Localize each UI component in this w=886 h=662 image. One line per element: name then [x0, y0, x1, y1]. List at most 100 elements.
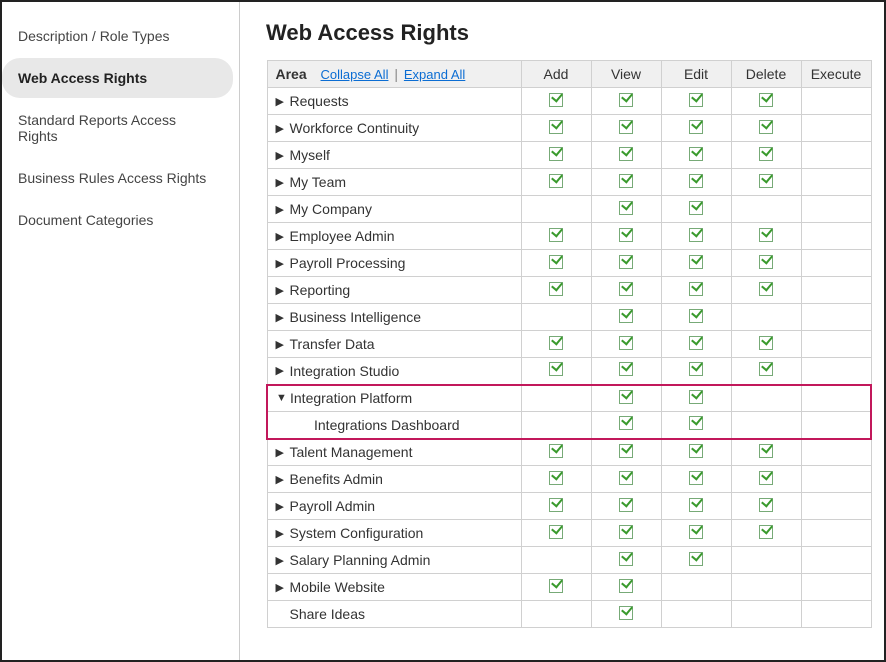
checkbox-checked[interactable] — [619, 416, 633, 430]
checkbox-checked[interactable] — [689, 336, 703, 350]
checkbox-checked[interactable] — [619, 606, 633, 620]
chevron-right-icon[interactable]: ▶ — [276, 527, 286, 540]
checkbox-checked[interactable] — [619, 390, 633, 404]
checkbox-checked[interactable] — [549, 282, 563, 296]
checkbox-checked[interactable] — [689, 93, 703, 107]
checkbox-checked[interactable] — [619, 309, 633, 323]
chevron-right-icon[interactable]: ▶ — [276, 122, 286, 135]
checkbox-checked[interactable] — [759, 362, 773, 376]
checkbox-checked[interactable] — [689, 228, 703, 242]
chevron-right-icon[interactable]: ▶ — [276, 364, 286, 377]
checkbox-checked[interactable] — [619, 120, 633, 134]
checkbox-checked[interactable] — [759, 147, 773, 161]
checkbox-checked[interactable] — [619, 336, 633, 350]
checkbox-checked[interactable] — [619, 255, 633, 269]
checkbox-checked[interactable] — [689, 255, 703, 269]
checkbox-checked[interactable] — [689, 120, 703, 134]
checkbox-checked[interactable] — [759, 228, 773, 242]
checkbox-checked[interactable] — [619, 498, 633, 512]
checkbox-checked[interactable] — [759, 282, 773, 296]
perm-cell-view — [591, 385, 661, 412]
checkbox-checked[interactable] — [689, 552, 703, 566]
checkbox-checked[interactable] — [549, 525, 563, 539]
checkbox-checked[interactable] — [619, 525, 633, 539]
checkbox-checked[interactable] — [619, 471, 633, 485]
perm-cell-view — [591, 547, 661, 574]
perm-cell-execute — [801, 196, 871, 223]
checkbox-checked[interactable] — [619, 93, 633, 107]
checkbox-checked[interactable] — [619, 174, 633, 188]
checkbox-checked[interactable] — [549, 147, 563, 161]
checkbox-checked[interactable] — [619, 228, 633, 242]
checkbox-checked[interactable] — [689, 444, 703, 458]
checkbox-checked[interactable] — [619, 444, 633, 458]
chevron-right-icon[interactable]: ▶ — [276, 176, 286, 189]
chevron-right-icon[interactable]: ▶ — [276, 446, 286, 459]
checkbox-checked[interactable] — [689, 390, 703, 404]
checkbox-checked[interactable] — [759, 444, 773, 458]
checkbox-checked[interactable] — [689, 174, 703, 188]
perm-cell-add — [521, 223, 591, 250]
chevron-right-icon[interactable]: ▶ — [276, 311, 286, 324]
checkbox-checked[interactable] — [549, 362, 563, 376]
chevron-right-icon[interactable]: ▶ — [276, 203, 286, 216]
checkbox-checked[interactable] — [689, 147, 703, 161]
checkbox-checked[interactable] — [759, 255, 773, 269]
checkbox-checked[interactable] — [549, 498, 563, 512]
chevron-right-icon[interactable]: ▶ — [276, 338, 286, 351]
checkbox-checked[interactable] — [549, 93, 563, 107]
area-label: Mobile Website — [290, 579, 385, 595]
checkbox-checked[interactable] — [759, 120, 773, 134]
checkbox-checked[interactable] — [619, 579, 633, 593]
checkbox-checked[interactable] — [759, 174, 773, 188]
checkbox-checked[interactable] — [549, 444, 563, 458]
checkbox-checked[interactable] — [759, 93, 773, 107]
chevron-right-icon[interactable]: ▶ — [276, 149, 286, 162]
chevron-right-icon[interactable]: ▶ — [276, 284, 286, 297]
perm-cell-edit — [661, 250, 731, 277]
checkbox-checked[interactable] — [689, 201, 703, 215]
checkbox-checked[interactable] — [549, 579, 563, 593]
checkbox-checked[interactable] — [689, 362, 703, 376]
checkbox-checked[interactable] — [549, 174, 563, 188]
sidebar-item-web-access-rights[interactable]: Web Access Rights — [2, 58, 233, 98]
checkbox-checked[interactable] — [549, 228, 563, 242]
checkbox-checked[interactable] — [689, 309, 703, 323]
chevron-right-icon[interactable]: ▶ — [276, 473, 286, 486]
checkbox-checked[interactable] — [619, 362, 633, 376]
checkbox-checked[interactable] — [759, 471, 773, 485]
checkbox-checked[interactable] — [549, 336, 563, 350]
area-header-label: Area — [276, 66, 307, 82]
sidebar-item-standard-reports-access-rights[interactable]: Standard Reports Access Rights — [2, 100, 233, 156]
chevron-right-icon[interactable]: ▶ — [276, 257, 286, 270]
checkbox-checked[interactable] — [549, 120, 563, 134]
sidebar-item-business-rules-access-rights[interactable]: Business Rules Access Rights — [2, 158, 233, 198]
checkbox-checked[interactable] — [619, 201, 633, 215]
checkbox-checked[interactable] — [549, 255, 563, 269]
chevron-right-icon[interactable]: ▶ — [276, 500, 286, 513]
sidebar-item-description-role-types[interactable]: Description / Role Types — [2, 16, 233, 56]
checkbox-checked[interactable] — [759, 525, 773, 539]
perm-cell-add — [521, 304, 591, 331]
sidebar-item-document-categories[interactable]: Document Categories — [2, 200, 233, 240]
checkbox-checked[interactable] — [619, 552, 633, 566]
chevron-down-icon[interactable]: ▼ — [276, 392, 286, 404]
checkbox-checked[interactable] — [689, 498, 703, 512]
checkbox-checked[interactable] — [689, 471, 703, 485]
checkbox-checked[interactable] — [689, 416, 703, 430]
chevron-right-icon[interactable]: ▶ — [276, 581, 286, 594]
table-row: ▶Workforce Continuity — [267, 115, 871, 142]
perm-cell-add — [521, 277, 591, 304]
expand-all-link[interactable]: Expand All — [404, 67, 465, 82]
checkbox-checked[interactable] — [549, 471, 563, 485]
chevron-right-icon[interactable]: ▶ — [276, 554, 286, 567]
checkbox-checked[interactable] — [689, 282, 703, 296]
checkbox-checked[interactable] — [619, 282, 633, 296]
collapse-all-link[interactable]: Collapse All — [321, 67, 389, 82]
chevron-right-icon[interactable]: ▶ — [276, 230, 286, 243]
chevron-right-icon[interactable]: ▶ — [276, 95, 286, 108]
checkbox-checked[interactable] — [689, 525, 703, 539]
checkbox-checked[interactable] — [619, 147, 633, 161]
checkbox-checked[interactable] — [759, 336, 773, 350]
checkbox-checked[interactable] — [759, 498, 773, 512]
